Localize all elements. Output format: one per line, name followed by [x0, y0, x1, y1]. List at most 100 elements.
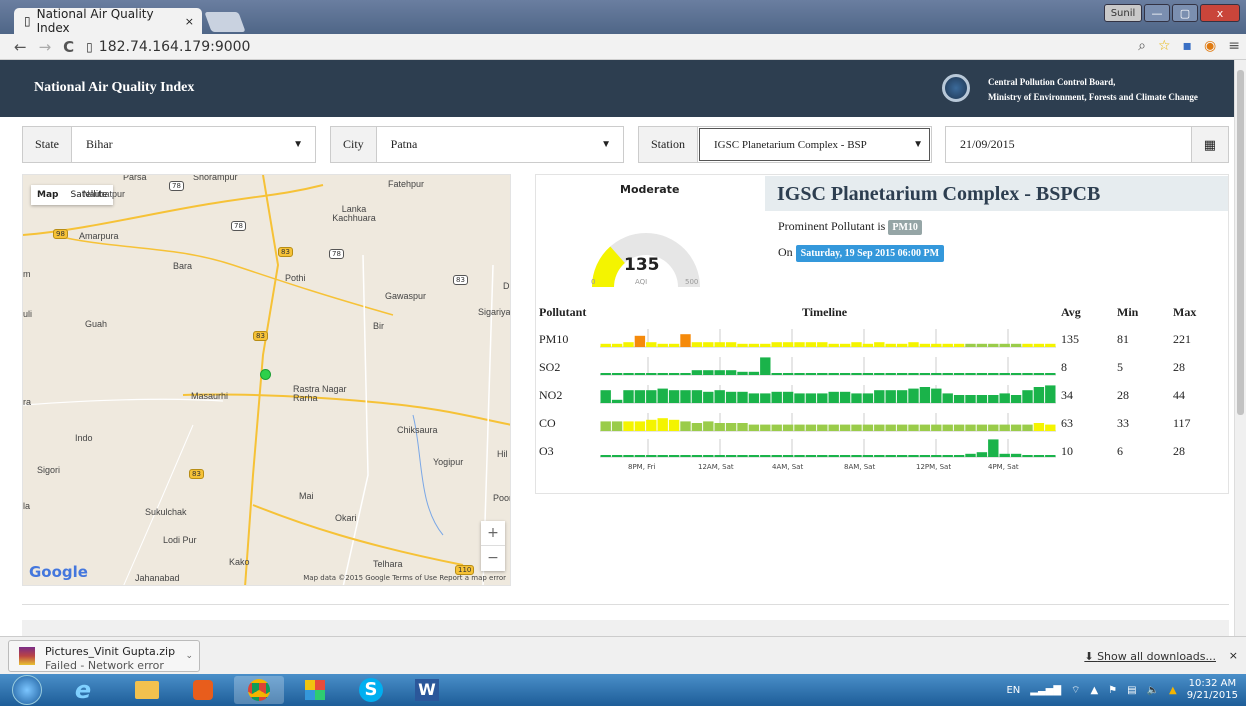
timeline-bar[interactable] — [862, 343, 874, 347]
timeline-bar[interactable] — [725, 391, 737, 403]
timeline-bar[interactable] — [600, 455, 611, 457]
timeline-bar[interactable] — [839, 373, 851, 375]
timeline-bar[interactable] — [668, 390, 680, 403]
timeline-bar[interactable] — [908, 342, 919, 347]
timeline-bar[interactable] — [817, 424, 828, 431]
timeline-bar[interactable] — [623, 421, 634, 431]
volume-icon[interactable]: 🔈 — [1147, 685, 1159, 696]
timeline-bar[interactable] — [771, 391, 782, 403]
timeline-bar[interactable] — [999, 424, 1010, 431]
timeline-bar[interactable] — [657, 343, 668, 347]
timeline-bar[interactable] — [805, 393, 817, 403]
timeline-bar[interactable] — [851, 455, 862, 457]
timeline-bar[interactable] — [714, 370, 725, 375]
drive-icon[interactable]: ▲ — [1169, 685, 1177, 696]
timeline-bar[interactable] — [851, 393, 862, 403]
timeline-bar[interactable] — [703, 370, 714, 375]
timeline-bar[interactable] — [1045, 373, 1056, 375]
timeline-bar[interactable] — [805, 342, 817, 347]
timeline-bar[interactable] — [885, 390, 896, 403]
timeline-bar[interactable] — [737, 343, 748, 347]
timeline-bar[interactable] — [634, 373, 646, 375]
timeline-bar[interactable] — [703, 455, 714, 457]
extension-icon[interactable]: ◉ — [1204, 38, 1216, 54]
timeline-bar[interactable] — [862, 373, 874, 375]
timeline-bar[interactable] — [1022, 455, 1033, 457]
chrome-icon[interactable] — [234, 676, 284, 704]
timeline-bar[interactable] — [623, 455, 634, 457]
timeline-bar[interactable] — [748, 371, 760, 375]
media-player-icon[interactable] — [178, 676, 228, 704]
timeline-bar[interactable] — [611, 455, 623, 457]
timeline-bar[interactable] — [657, 373, 668, 375]
flag-icon[interactable]: ⚑ — [1108, 685, 1117, 696]
minimize-button[interactable]: — — [1144, 4, 1170, 22]
zoom-out-button[interactable]: − — [481, 546, 505, 570]
timeline-bar[interactable] — [680, 373, 691, 375]
timeline-bar[interactable] — [942, 343, 953, 347]
map-attribution[interactable]: Map data ©2015 Google Terms of Use Repor… — [303, 574, 506, 582]
timeline-bar[interactable] — [646, 342, 657, 347]
timeline-bar[interactable] — [771, 342, 782, 347]
timeline-bar[interactable] — [817, 393, 828, 403]
timeline-bar[interactable] — [931, 373, 942, 375]
timeline-bar[interactable] — [817, 373, 828, 375]
timeline-bar[interactable] — [805, 424, 817, 431]
timeline-bar[interactable] — [1045, 385, 1056, 403]
signal-icon[interactable]: ▂▃▅▇ — [1030, 685, 1061, 696]
timeline-bar[interactable] — [668, 419, 680, 431]
timeline-bar[interactable] — [1010, 395, 1022, 403]
timeline-bar[interactable] — [634, 455, 646, 457]
timeline-bar[interactable] — [703, 391, 714, 403]
timeline-bar[interactable] — [805, 455, 817, 457]
internet-explorer-icon[interactable]: e — [58, 676, 108, 704]
state-select[interactable]: State Bihar ▼ — [22, 126, 316, 163]
timeline-bar[interactable] — [771, 373, 782, 375]
timeline-bar[interactable] — [839, 424, 851, 431]
timeline-bar[interactable] — [874, 373, 885, 375]
timeline-bar[interactable] — [908, 455, 919, 457]
timeline-bar[interactable] — [1022, 424, 1033, 431]
timeline-bar[interactable] — [611, 399, 623, 403]
menu-icon[interactable]: ≡ — [1228, 38, 1240, 54]
timeline-bar[interactable] — [737, 391, 748, 403]
timeline-bar[interactable] — [714, 342, 725, 347]
timeline-bar[interactable] — [953, 395, 965, 403]
timeline-bar[interactable] — [760, 343, 771, 347]
timeline-bar[interactable] — [725, 455, 737, 457]
timeline-bar[interactable] — [782, 342, 794, 347]
timeline-bar[interactable] — [1022, 390, 1033, 403]
timeline-bar[interactable] — [725, 370, 737, 375]
timeline-bar[interactable] — [896, 390, 908, 403]
close-download-bar-icon[interactable]: × — [1229, 649, 1238, 662]
timeline-bar[interactable] — [931, 388, 942, 403]
clock[interactable]: 10:32 AM 9/21/2015 — [1187, 678, 1238, 702]
timeline-bar[interactable] — [885, 373, 896, 375]
timeline-bar[interactable] — [862, 424, 874, 431]
timeline-bar[interactable] — [748, 424, 760, 431]
timeline-bar[interactable] — [600, 390, 611, 403]
timeline-bar[interactable] — [919, 424, 931, 431]
timeline-bar[interactable] — [623, 342, 634, 347]
timeline-bar[interactable] — [885, 455, 896, 457]
zoom-icon[interactable]: ⌕ — [1138, 38, 1146, 54]
station-map[interactable]: Map Satellite Parsa Shorampur Naubatpur … — [22, 174, 511, 586]
timeline-bar[interactable] — [634, 421, 646, 431]
timeline-bar[interactable] — [896, 373, 908, 375]
timeline-bar[interactable] — [794, 342, 805, 347]
timeline-bar[interactable] — [874, 424, 885, 431]
timeline-bar[interactable] — [851, 373, 862, 375]
timeline-bar[interactable] — [691, 342, 703, 347]
timeline-bar[interactable] — [908, 424, 919, 431]
timeline-bar[interactable] — [668, 455, 680, 457]
timeline-bar[interactable] — [657, 418, 668, 431]
timeline-bar[interactable] — [623, 390, 634, 403]
timeline-bar[interactable] — [931, 424, 942, 431]
timeline-bar[interactable] — [611, 421, 623, 431]
timeline-bar[interactable] — [919, 387, 931, 403]
timeline-bar[interactable] — [737, 455, 748, 457]
timeline-bar[interactable] — [919, 455, 931, 457]
word-icon[interactable]: W — [402, 676, 452, 704]
timeline-chart[interactable] — [600, 327, 1056, 463]
timeline-bar[interactable] — [828, 424, 839, 431]
